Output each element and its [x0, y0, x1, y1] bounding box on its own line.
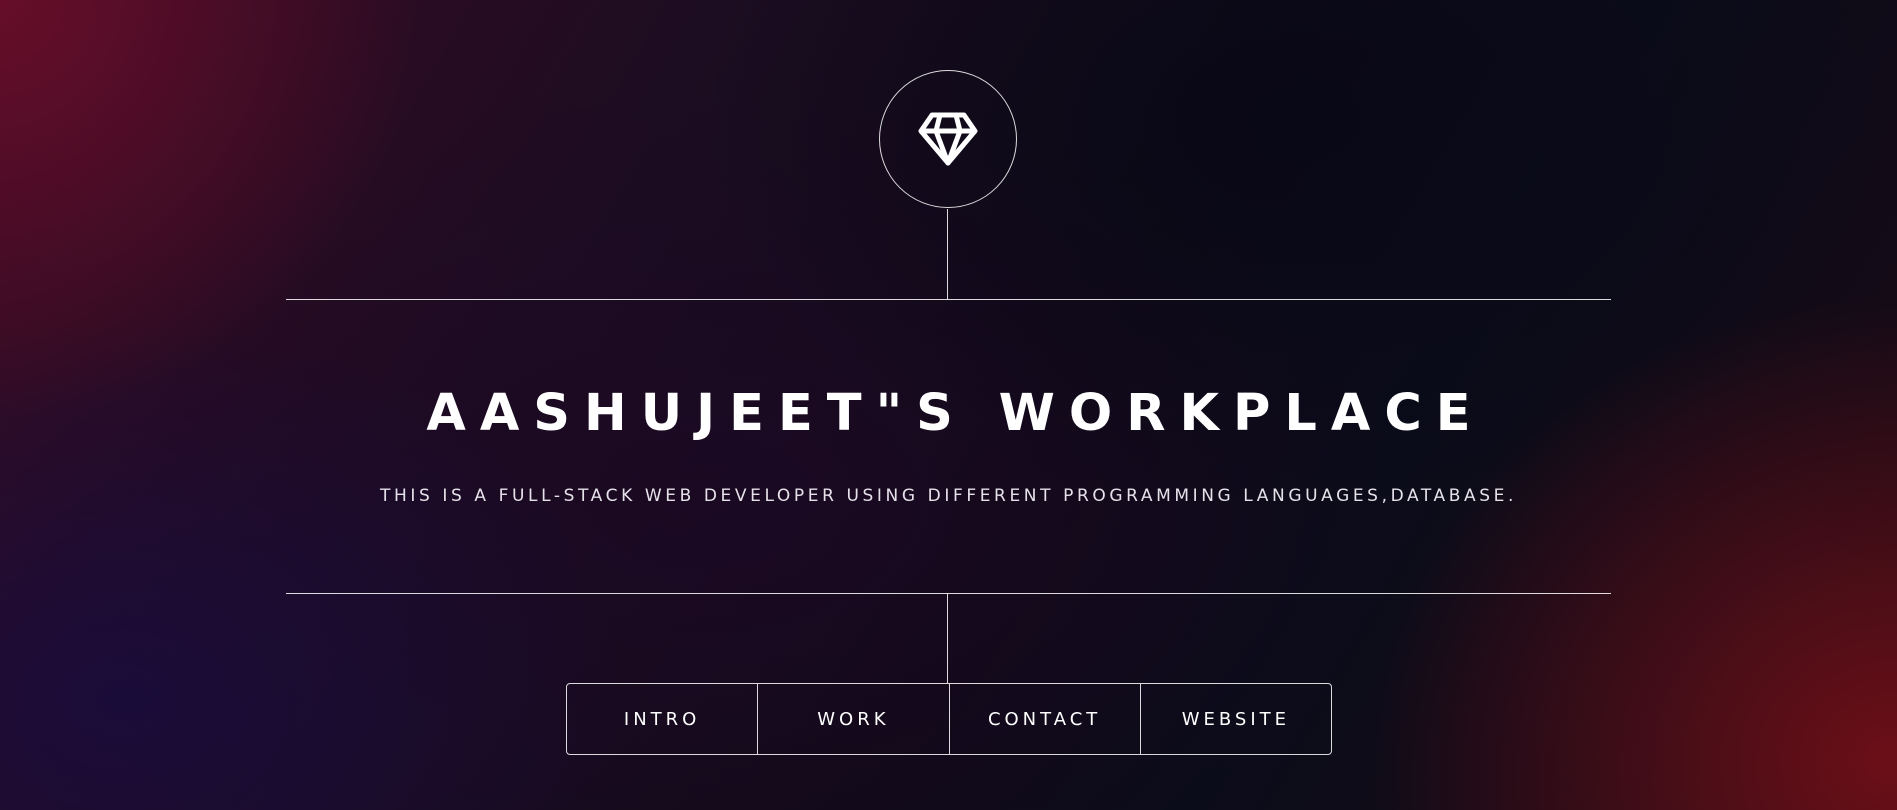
divider-top [286, 299, 1611, 300]
main-nav: INTRO WORK CONTACT WEBSITE [566, 683, 1332, 755]
connector-line-top [947, 209, 948, 299]
divider-bottom [286, 593, 1611, 594]
diamond-icon [918, 112, 978, 166]
connector-line-bottom [947, 593, 948, 683]
nav-work-link[interactable]: WORK [758, 684, 950, 754]
page-title: AASHUJEET"S WORKPLACE [426, 384, 1485, 443]
nav-contact-link[interactable]: CONTACT [950, 684, 1141, 754]
nav-website-link[interactable]: WEBSITE [1141, 684, 1331, 754]
nav-intro-link[interactable]: INTRO [567, 684, 759, 754]
page-subtitle: THIS IS A FULL-STACK WEB DEVELOPER USING… [380, 486, 1517, 506]
logo-badge [879, 70, 1017, 208]
